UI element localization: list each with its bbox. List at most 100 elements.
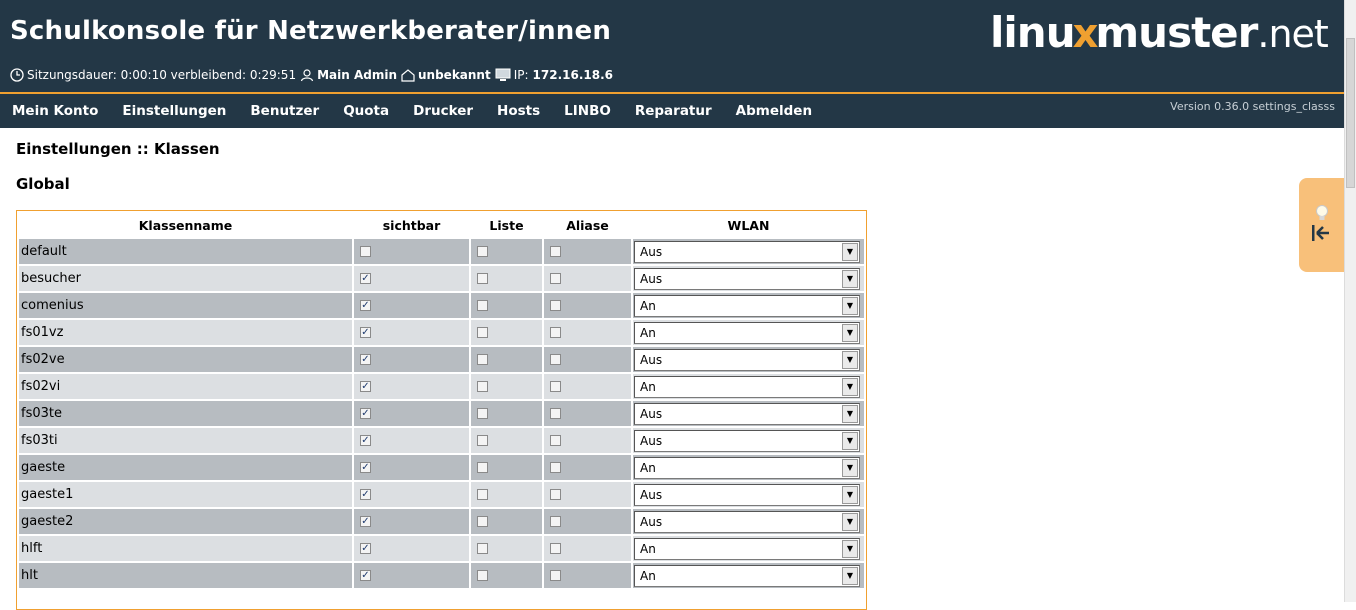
aliases-checkbox[interactable]	[550, 408, 561, 419]
collapse-arrow-icon[interactable]	[1311, 224, 1331, 247]
aliases-cell	[544, 482, 631, 507]
list-checkbox[interactable]	[477, 543, 488, 554]
nav-benutzer[interactable]: Benutzer	[238, 94, 331, 128]
visible-checkbox[interactable]	[360, 300, 371, 311]
visible-checkbox[interactable]	[360, 408, 371, 419]
app-title: Schulkonsole für Netzwerkberater/innen	[10, 16, 612, 46]
visible-checkbox[interactable]	[360, 462, 371, 473]
nav-linbo[interactable]: LINBO	[552, 94, 623, 128]
chevron-down-icon[interactable]: ▼	[842, 323, 858, 342]
aliases-cell	[544, 563, 631, 588]
chevron-down-icon[interactable]: ▼	[842, 269, 858, 288]
class-name: default	[19, 239, 352, 264]
wlan-cell: Aus ▼	[633, 509, 864, 534]
page-title: Einstellungen :: Klassen	[16, 140, 220, 158]
chevron-down-icon[interactable]: ▼	[842, 539, 858, 558]
aliases-checkbox[interactable]	[550, 516, 561, 527]
wlan-select[interactable]: Aus ▼	[634, 240, 860, 263]
list-checkbox[interactable]	[477, 273, 488, 284]
wlan-select[interactable]: Aus ▼	[634, 483, 860, 506]
nav-einstellungen[interactable]: Einstellungen	[110, 94, 238, 128]
aliases-checkbox[interactable]	[550, 327, 561, 338]
wlan-select[interactable]: Aus ▼	[634, 510, 860, 533]
chevron-down-icon[interactable]: ▼	[842, 431, 858, 450]
chevron-down-icon[interactable]: ▼	[842, 242, 858, 261]
wlan-value: Aus	[640, 271, 663, 286]
aliases-checkbox[interactable]	[550, 543, 561, 554]
list-cell	[471, 320, 542, 345]
wlan-select[interactable]: An ▼	[634, 294, 860, 317]
nav-reparatur[interactable]: Reparatur	[623, 94, 724, 128]
list-checkbox[interactable]	[477, 381, 488, 392]
chevron-down-icon[interactable]: ▼	[842, 404, 858, 423]
visible-checkbox[interactable]	[360, 381, 371, 392]
visible-checkbox[interactable]	[360, 246, 371, 257]
list-checkbox[interactable]	[477, 489, 488, 500]
list-checkbox[interactable]	[477, 408, 488, 419]
wlan-select[interactable]: An ▼	[634, 321, 860, 344]
list-checkbox[interactable]	[477, 435, 488, 446]
visible-checkbox[interactable]	[360, 354, 371, 365]
list-checkbox[interactable]	[477, 570, 488, 581]
list-cell	[471, 428, 542, 453]
list-checkbox[interactable]	[477, 246, 488, 257]
session-bar: Sitzungsdauer: 0:00:10 verbleibend: 0:29…	[10, 68, 617, 82]
wlan-select[interactable]: An ▼	[634, 375, 860, 398]
nav-drucker[interactable]: Drucker	[401, 94, 485, 128]
aliases-checkbox[interactable]	[550, 354, 561, 365]
wlan-value: An	[640, 325, 656, 340]
wlan-select[interactable]: Aus ▼	[634, 429, 860, 452]
chevron-down-icon[interactable]: ▼	[842, 377, 858, 396]
classes-table-box: Klassenname sichtbar Liste Aliase WLAN d…	[16, 210, 867, 610]
nav-hosts[interactable]: Hosts	[485, 94, 552, 128]
aliases-checkbox[interactable]	[550, 570, 561, 581]
visible-checkbox[interactable]	[360, 327, 371, 338]
visible-checkbox[interactable]	[360, 273, 371, 284]
visible-checkbox[interactable]	[360, 489, 371, 500]
aliases-checkbox[interactable]	[550, 489, 561, 500]
aliases-checkbox[interactable]	[550, 435, 561, 446]
wlan-select[interactable]: Aus ▼	[634, 348, 860, 371]
vertical-scrollbar[interactable]	[1344, 0, 1356, 602]
wlan-select[interactable]: Aus ▼	[634, 402, 860, 425]
visible-checkbox[interactable]	[360, 516, 371, 527]
chevron-down-icon[interactable]: ▼	[842, 566, 858, 585]
aliases-checkbox[interactable]	[550, 246, 561, 257]
nav-mein-konto[interactable]: Mein Konto	[0, 94, 110, 128]
chevron-down-icon[interactable]: ▼	[842, 458, 858, 477]
list-checkbox[interactable]	[477, 462, 488, 473]
chevron-down-icon[interactable]: ▼	[842, 512, 858, 531]
list-checkbox[interactable]	[477, 300, 488, 311]
chevron-down-icon[interactable]: ▼	[842, 296, 858, 315]
nav-abmelden[interactable]: Abmelden	[724, 94, 824, 128]
visible-checkbox[interactable]	[360, 435, 371, 446]
wlan-value: Aus	[640, 352, 663, 367]
aliases-checkbox[interactable]	[550, 273, 561, 284]
wlan-select[interactable]: An ▼	[634, 564, 860, 587]
wlan-cell: Aus ▼	[633, 401, 864, 426]
list-checkbox[interactable]	[477, 327, 488, 338]
class-name: fs02vi	[19, 374, 352, 399]
list-cell	[471, 293, 542, 318]
list-checkbox[interactable]	[477, 516, 488, 527]
wlan-value: Aus	[640, 514, 663, 529]
list-checkbox[interactable]	[477, 354, 488, 365]
visible-cell	[354, 239, 469, 264]
table-row: gaeste2 Aus ▼	[19, 509, 864, 534]
chevron-down-icon[interactable]: ▼	[842, 485, 858, 504]
aliases-checkbox[interactable]	[550, 462, 561, 473]
help-tab[interactable]	[1299, 178, 1345, 272]
wlan-select[interactable]: An ▼	[634, 537, 860, 560]
table-row: fs02vi An ▼	[19, 374, 864, 399]
aliases-checkbox[interactable]	[550, 300, 561, 311]
nav-quota[interactable]: Quota	[331, 94, 401, 128]
wlan-select[interactable]: An ▼	[634, 456, 860, 479]
class-name: fs02ve	[19, 347, 352, 372]
chevron-down-icon[interactable]: ▼	[842, 350, 858, 369]
visible-checkbox[interactable]	[360, 543, 371, 554]
visible-checkbox[interactable]	[360, 570, 371, 581]
aliases-cell	[544, 455, 631, 480]
aliases-checkbox[interactable]	[550, 381, 561, 392]
scrollbar-thumb[interactable]	[1346, 38, 1355, 188]
wlan-select[interactable]: Aus ▼	[634, 267, 860, 290]
